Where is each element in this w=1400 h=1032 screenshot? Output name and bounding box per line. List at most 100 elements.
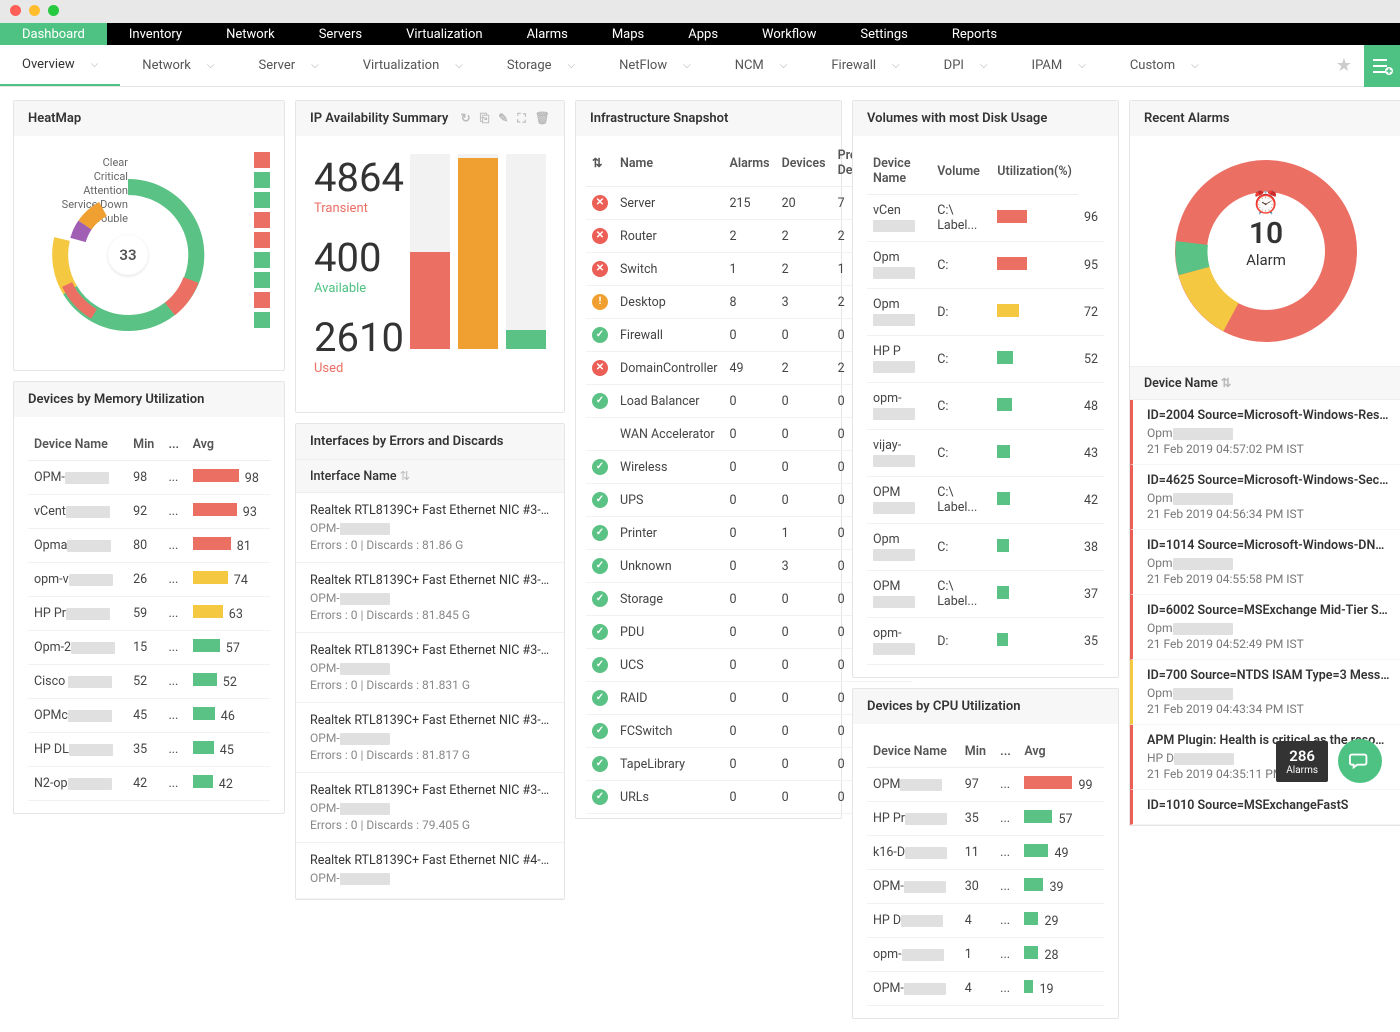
subnav-storage[interactable]: Storage⌵ (485, 45, 597, 86)
alarm-row[interactable]: ID=4625 Source=Microsoft-Windows-Securit… (1130, 465, 1400, 530)
table-row[interactable]: Cisco 52... 52 (28, 665, 270, 699)
interface-row[interactable]: Realtek RTL8139C+ Fast Ethernet NIC #4-E… (296, 843, 564, 899)
heatmap-cell[interactable] (254, 252, 270, 268)
column-header[interactable]: Utilization(%) (991, 148, 1078, 195)
nav-workflow[interactable]: Workflow (740, 23, 838, 45)
interface-row[interactable]: Realtek RTL8139C+ Fast Ethernet NIC #3-W… (296, 703, 564, 773)
column-header[interactable]: Min (959, 736, 994, 768)
subnav-overview[interactable]: Overview⌵ (0, 45, 120, 86)
table-row[interactable]: HP D4... 29 (867, 904, 1104, 938)
subnav-server[interactable]: Server⌵ (237, 45, 341, 86)
table-row[interactable]: OPM-4... 19 (867, 972, 1104, 1006)
table-row[interactable]: OPM-30... 39 (867, 870, 1104, 904)
column-header[interactable]: Name (614, 140, 723, 187)
column-header[interactable]: Devices (776, 140, 832, 187)
edit-icon[interactable]: ✎ (498, 111, 508, 126)
widget-title: Devices by Memory Utilization (28, 392, 204, 407)
column-header[interactable]: Volume (931, 148, 991, 195)
column-header[interactable]: Min (127, 429, 162, 461)
alarm-row[interactable]: ID=2004 Source=Microsoft-Windows-Resourc… (1130, 400, 1400, 465)
table-row[interactable]: opm-v26... 74 (28, 563, 270, 597)
add-widget-button[interactable] (1364, 45, 1400, 87)
column-header[interactable]: Avg (187, 429, 270, 461)
table-row[interactable]: OPMC:\ Label... 42 (867, 477, 1104, 524)
table-row[interactable]: k16-D11... 49 (867, 836, 1104, 870)
table-row[interactable]: OPM-98... 98 (28, 461, 270, 495)
table-row[interactable]: HP PC: 52 (867, 336, 1104, 383)
delete-icon[interactable]: 🗑 (535, 111, 550, 126)
subnav-ncm[interactable]: NCM⌵ (713, 45, 810, 86)
table-row[interactable]: vCent92... 93 (28, 495, 270, 529)
column-header[interactable]: ... (994, 736, 1018, 768)
nav-alarms[interactable]: Alarms (505, 23, 590, 45)
interface-row[interactable]: Realtek RTL8139C+ Fast Ethernet NIC #3-N… (296, 493, 564, 563)
alarm-row[interactable]: ID=1014 Source=Microsoft-Windows-DNS-Cli… (1130, 530, 1400, 595)
table-row[interactable]: HP Pr35... 57 (867, 802, 1104, 836)
heatmap-cell[interactable] (254, 192, 270, 208)
nav-apps[interactable]: Apps (666, 23, 740, 45)
heatmap-cell[interactable] (254, 152, 270, 168)
interface-row[interactable]: Realtek RTL8139C+ Fast Ethernet NIC #3-W… (296, 633, 564, 703)
heatmap-cell[interactable] (254, 212, 270, 228)
heatmap-cell[interactable] (254, 172, 270, 188)
chat-button[interactable] (1338, 739, 1382, 783)
table-row[interactable]: OPMC:\ Label... 37 (867, 571, 1104, 618)
window-maximize-icon[interactable] (48, 5, 59, 16)
subnav-ipam[interactable]: IPAM⌵ (1010, 45, 1108, 86)
table-row[interactable]: OPMc45... 46 (28, 699, 270, 733)
heatmap-cell[interactable] (254, 292, 270, 308)
window-close-icon[interactable] (10, 5, 21, 16)
window-minimize-icon[interactable] (29, 5, 40, 16)
interface-row[interactable]: Realtek RTL8139C+ Fast Ethernet NIC #3-N… (296, 563, 564, 633)
nav-dashboard[interactable]: Dashboard (0, 23, 107, 45)
alarms-column-header[interactable]: Device Name ⇅ (1130, 366, 1400, 400)
column-header[interactable]: Device Name (867, 148, 931, 195)
subnav-firewall[interactable]: Firewall⌵ (809, 45, 921, 86)
interfaces-column-header[interactable]: Interface Name ⇅ (296, 459, 564, 493)
table-row[interactable]: OpmC: 38 (867, 524, 1104, 571)
heatmap-cell[interactable] (254, 272, 270, 288)
column-header[interactable]: ... (162, 429, 186, 461)
nav-reports[interactable]: Reports (930, 23, 1019, 45)
table-row[interactable]: opm-1... 28 (867, 938, 1104, 972)
nav-network[interactable]: Network (204, 23, 297, 45)
export-icon[interactable]: ⎘ (480, 111, 490, 126)
column-header[interactable]: Alarms (723, 140, 775, 187)
column-header[interactable]: Device Name (28, 429, 127, 461)
alarm-row[interactable]: ID=6002 Source=MSExchange Mid-Tier Stora… (1130, 595, 1400, 660)
column-header[interactable]: Avg (1018, 736, 1104, 768)
subnav-netflow[interactable]: NetFlow⌵ (597, 45, 713, 86)
table-row[interactable]: opm-D: 35 (867, 618, 1104, 665)
subnav-dpi[interactable]: DPI⌵ (922, 45, 1010, 86)
alarm-counter-badge[interactable]: 286 Alarms (1276, 741, 1328, 782)
table-row[interactable]: N2-op42... 42 (28, 767, 270, 801)
subnav-custom[interactable]: Custom⌵ (1108, 45, 1221, 86)
table-row[interactable]: HP Pr59... 63 (28, 597, 270, 631)
table-row[interactable]: vCenC:\ Label... 96 (867, 195, 1104, 242)
heatmap-cell[interactable] (254, 312, 270, 328)
subnav-virtualization[interactable]: Virtualization⌵ (341, 45, 485, 86)
table-row[interactable]: OpmC: 95 (867, 242, 1104, 289)
table-row[interactable]: OpmD: 72 (867, 289, 1104, 336)
interface-row[interactable]: Realtek RTL8139C+ Fast Ethernet NIC #3-E… (296, 773, 564, 843)
nav-virtualization[interactable]: Virtualization (384, 23, 505, 45)
table-row[interactable]: OPM97... 99 (867, 768, 1104, 802)
subnav-network[interactable]: Network⌵ (120, 45, 236, 86)
nav-servers[interactable]: Servers (297, 23, 384, 45)
table-row[interactable]: HP DL35... 45 (28, 733, 270, 767)
refresh-icon[interactable]: ↻ (461, 111, 471, 126)
table-row[interactable]: Opm-215... 57 (28, 631, 270, 665)
heatmap-cell[interactable] (254, 232, 270, 248)
table-row[interactable]: Opma80... 81 (28, 529, 270, 563)
nav-inventory[interactable]: Inventory (107, 23, 204, 45)
nav-maps[interactable]: Maps (590, 23, 666, 45)
star-icon[interactable]: ★ (1324, 55, 1364, 76)
alarms-label: Alarm (1246, 251, 1286, 269)
expand-icon[interactable]: ⛶ (517, 111, 525, 126)
nav-settings[interactable]: Settings (838, 23, 929, 45)
alarm-row[interactable]: ID=700 Source=NTDS ISAM Type=3 Message=N… (1130, 660, 1400, 725)
column-header[interactable]: Device Name (867, 736, 959, 768)
table-row[interactable]: opm-C: 48 (867, 383, 1104, 430)
table-row[interactable]: vijay-C: 43 (867, 430, 1104, 477)
alarm-row[interactable]: ID=1010 Source=MSExchangeFastS (1130, 790, 1400, 825)
